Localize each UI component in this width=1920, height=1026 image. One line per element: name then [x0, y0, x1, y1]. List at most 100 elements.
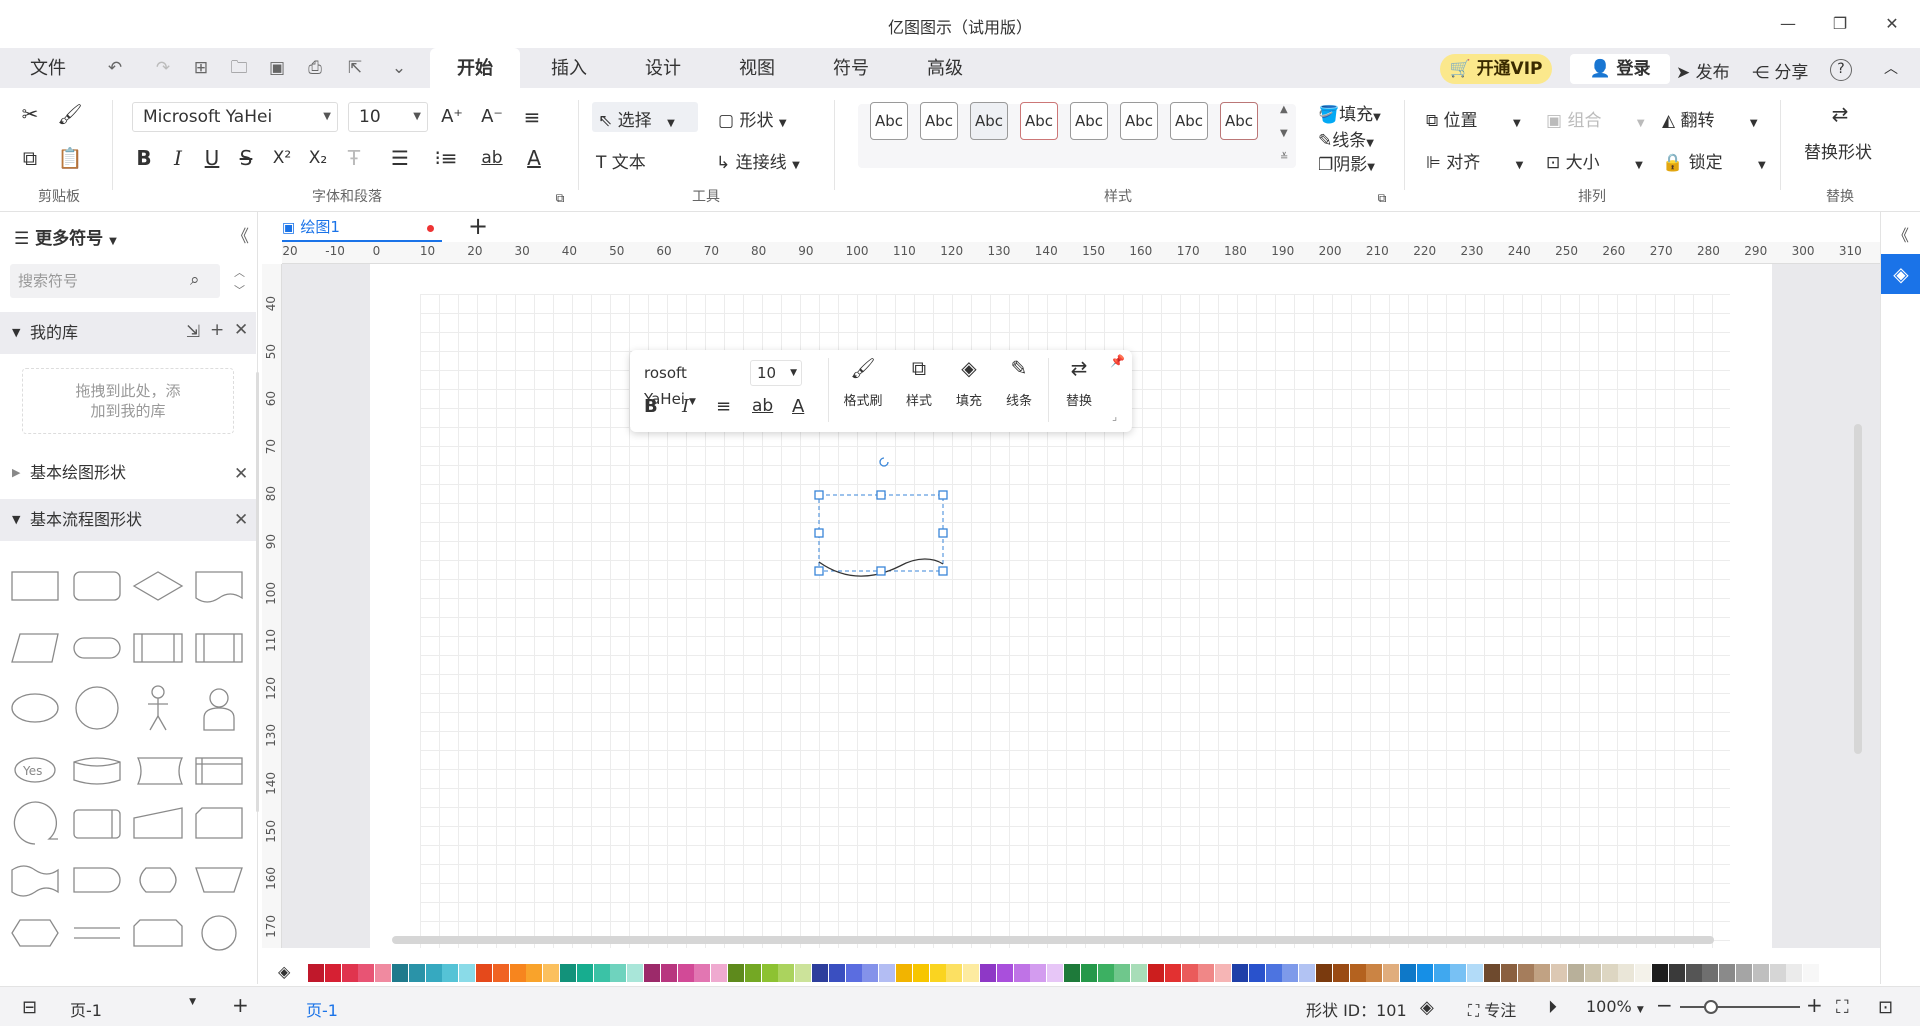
selected-shape[interactable] — [810, 452, 960, 582]
font-dialog-icon[interactable]: ⧉ — [546, 184, 574, 212]
focus-button[interactable]: ⛶ 专注 — [1468, 997, 1516, 1021]
close-icon[interactable]: ✕ — [234, 510, 248, 530]
add-tab-icon[interactable]: + — [468, 212, 488, 240]
alternate-process-shape-icon[interactable] — [73, 571, 121, 601]
color-swatch[interactable] — [1316, 964, 1332, 982]
file-menu[interactable]: 文件 — [20, 48, 76, 88]
color-swatch[interactable] — [694, 964, 711, 982]
resize-handle-nw[interactable] — [814, 490, 824, 500]
more-symbols-button[interactable]: ☰ 更多符号 ▼ — [14, 224, 117, 249]
color-swatch[interactable] — [1685, 964, 1702, 982]
color-swatch[interactable] — [728, 964, 744, 982]
color-swatch[interactable] — [1517, 964, 1534, 982]
import-icon[interactable]: ⇲ — [186, 322, 200, 342]
color-swatch[interactable] — [896, 964, 912, 982]
color-swatch[interactable] — [660, 964, 677, 982]
color-swatch[interactable] — [1416, 964, 1433, 982]
gallery-up-icon[interactable]: ▲ — [1280, 104, 1288, 115]
color-swatch[interactable] — [1232, 964, 1248, 982]
color-swatch[interactable] — [1500, 964, 1517, 982]
undo-icon[interactable]: ↶ — [104, 57, 126, 79]
zoom-out-icon[interactable]: − — [1656, 993, 1673, 1017]
data-shape-icon[interactable] — [11, 633, 59, 663]
color-swatch[interactable] — [425, 964, 442, 982]
color-swatch[interactable] — [1568, 964, 1584, 982]
gallery-down-icon[interactable]: ▼ — [1280, 128, 1288, 139]
color-swatch[interactable] — [1551, 964, 1568, 982]
process-shape-icon[interactable] — [11, 571, 59, 601]
italic-icon[interactable]: I — [164, 144, 192, 172]
color-swatch[interactable] — [358, 964, 375, 982]
color-swatch[interactable] — [610, 964, 627, 982]
color-swatch[interactable] — [644, 964, 660, 982]
bold-icon[interactable]: B — [130, 144, 158, 172]
basic-shapes-section[interactable]: ▶ 基本绘图形状 — [0, 452, 256, 494]
maximize-icon[interactable]: ❐ — [1822, 10, 1858, 38]
float-bold-icon[interactable]: B — [644, 396, 658, 417]
select-tool-button[interactable]: ⇖ 选择 ▼ — [592, 102, 698, 132]
float-fill-button[interactable]: ◈ 填充 — [948, 356, 990, 409]
underline-icon[interactable]: U — [198, 144, 226, 172]
page-panel-icon[interactable]: ⊟ — [22, 997, 37, 1018]
color-swatch[interactable] — [1618, 964, 1635, 982]
color-swatch[interactable] — [1030, 964, 1047, 982]
color-swatch[interactable] — [946, 964, 963, 982]
connector-tool-button[interactable]: ↳ 连接线 ▼ — [716, 148, 800, 173]
color-swatch[interactable] — [442, 964, 459, 982]
color-swatch[interactable] — [912, 964, 929, 982]
font-family-select[interactable]: Microsoft YaHei ▼ — [132, 102, 338, 132]
collapse-panel-icon[interactable]: 《 — [232, 222, 249, 247]
zoom-select[interactable]: 100% ▼ — [1586, 997, 1644, 1016]
resize-handle-e[interactable] — [938, 528, 948, 538]
color-swatch[interactable] — [996, 964, 1013, 982]
panel-scrollbar[interactable] — [256, 372, 259, 812]
preparation-shape-icon[interactable] — [11, 919, 59, 947]
predefined-process-shape-icon[interactable] — [133, 633, 183, 663]
color-swatch[interactable] — [744, 964, 761, 982]
color-swatch[interactable] — [308, 964, 324, 982]
tab-advanced[interactable]: 高级 — [900, 48, 990, 88]
expand-panel-icon[interactable]: 《 — [1893, 222, 1909, 246]
redo-icon[interactable]: ↷ — [152, 57, 174, 79]
style-swatch-2[interactable]: Abc — [920, 102, 958, 140]
internal-storage-shape-icon[interactable] — [195, 633, 243, 663]
color-swatch[interactable] — [1332, 964, 1349, 982]
manual-input-shape-icon[interactable] — [133, 807, 183, 839]
lock-button[interactable]: 🔒 锁定 ▼ — [1662, 148, 1766, 173]
print-icon[interactable]: ⎙ — [304, 57, 326, 79]
pin-icon[interactable]: 📌 — [1110, 354, 1125, 368]
copy-icon[interactable]: ⧉ — [16, 144, 44, 172]
resize-handle-se[interactable] — [938, 566, 948, 576]
format-painter-icon[interactable]: 🖌 — [56, 100, 84, 128]
stored-data-shape-icon[interactable] — [136, 757, 184, 785]
color-swatch[interactable] — [1181, 964, 1198, 982]
color-swatch[interactable] — [1601, 964, 1618, 982]
float-replace-button[interactable]: ⇄ 替换 — [1058, 356, 1100, 409]
color-swatch[interactable] — [795, 964, 812, 982]
color-swatch[interactable] — [492, 964, 509, 982]
decrease-font-icon[interactable]: A⁻ — [478, 103, 506, 131]
color-swatch[interactable] — [476, 964, 492, 982]
database-shape-icon[interactable] — [73, 757, 121, 785]
color-swatch[interactable] — [1013, 964, 1030, 982]
position-button[interactable]: ⧉ 位置 ▼ — [1426, 106, 1521, 131]
close-icon[interactable]: ✕ — [1874, 10, 1910, 38]
color-swatch[interactable] — [812, 964, 828, 982]
resize-handle-sw[interactable] — [814, 566, 824, 576]
color-swatch[interactable] — [1769, 964, 1786, 982]
shadow-button[interactable]: ❐阴影▼ — [1318, 150, 1375, 175]
color-swatch[interactable] — [711, 964, 728, 982]
color-swatch[interactable] — [1215, 964, 1232, 982]
color-swatch[interactable] — [862, 964, 879, 982]
login-button[interactable]: 👤 登录 — [1570, 54, 1670, 84]
text-tool-button[interactable]: T 文本 — [596, 148, 646, 173]
color-swatch[interactable] — [845, 964, 862, 982]
color-swatch[interactable] — [1080, 964, 1097, 982]
play-icon[interactable]: ⏵ — [1548, 997, 1557, 1018]
new-icon[interactable]: ⊞ — [190, 57, 212, 79]
page-tab[interactable]: 页-1 — [306, 997, 338, 1021]
symbol-search-input[interactable]: 搜索符号 — [10, 264, 220, 298]
terminator-shape-icon[interactable] — [73, 637, 121, 659]
actor-shape-icon[interactable] — [148, 685, 168, 731]
resize-handle-w[interactable] — [814, 528, 824, 538]
